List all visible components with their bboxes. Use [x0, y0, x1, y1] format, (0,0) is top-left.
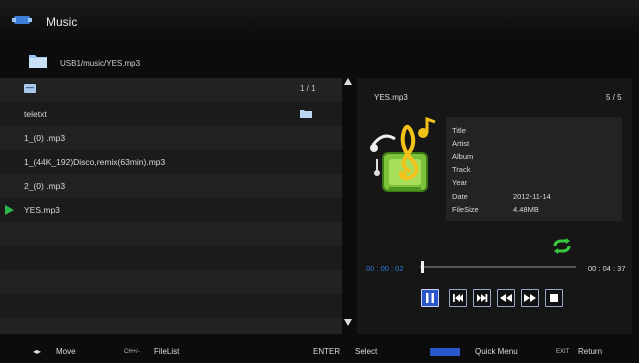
- rewind-icon: [500, 294, 512, 302]
- list-item-label: 1_(0) .mp3: [24, 133, 66, 143]
- list-item-label: 2_(0) .mp3: [24, 181, 66, 191]
- pause-button[interactable]: [421, 289, 439, 307]
- next-button[interactable]: [473, 289, 491, 307]
- total-time: 00 : 04 : 37: [588, 264, 626, 273]
- list-item-label: YES.mp3: [24, 205, 60, 215]
- file-list: 1 / 1 teletxt 1_(0) .mp3 1_(44K_192)Disc…: [0, 78, 342, 334]
- meta-label-artist: Artist: [452, 139, 470, 148]
- footer-move-label: Move: [56, 347, 76, 356]
- previous-icon: [453, 294, 463, 302]
- list-item[interactable]: teletxt: [0, 102, 342, 126]
- meta-label-date: Date: [452, 192, 468, 201]
- list-empty-row: [0, 318, 342, 334]
- repeat-icon[interactable]: [552, 237, 572, 255]
- progress-handle[interactable]: [420, 261, 424, 273]
- list-item[interactable]: 2_(0) .mp3: [0, 174, 342, 198]
- scroll-up-arrow-icon[interactable]: [344, 78, 352, 85]
- list-empty-row: [0, 270, 342, 294]
- list-item-label: teletxt: [24, 109, 47, 119]
- footer-quick-label: Quick Menu: [475, 347, 518, 356]
- footer-enter-label: Select: [355, 347, 378, 356]
- header-bar: [0, 0, 639, 44]
- meta-value-date: 2012-11-14: [513, 192, 551, 201]
- footer-exit-label: Return: [578, 347, 603, 356]
- meta-label-year: Year: [452, 178, 468, 187]
- stop-button[interactable]: [545, 289, 563, 307]
- list-item-selected[interactable]: YES.mp3: [0, 198, 342, 222]
- list-empty-row: [0, 222, 342, 246]
- fast-forward-icon: [524, 294, 536, 302]
- footer-ch-label: FileList: [154, 347, 180, 356]
- music-note-art-icon: [370, 116, 436, 192]
- track-index: 5 / 5: [606, 93, 622, 102]
- music-app-icon: [12, 16, 32, 24]
- list-item[interactable]: 1_(44K_192)Disco,remix(63min).mp3: [0, 150, 342, 174]
- list-item[interactable]: 1_(0) .mp3: [0, 126, 342, 150]
- footer-ch-key: CH+/-: [124, 349, 140, 355]
- list-empty-row: [0, 246, 342, 270]
- meta-label-filesize: FileSize: [452, 205, 479, 214]
- stop-icon: [550, 294, 558, 302]
- pause-icon: [426, 293, 434, 303]
- footer-exit-key: EXIT: [556, 349, 570, 355]
- fast-forward-button[interactable]: [521, 289, 539, 307]
- footer-enter-key: ENTER: [313, 347, 341, 356]
- meta-label-track: Track: [452, 165, 471, 174]
- list-row-up[interactable]: 1 / 1: [0, 78, 342, 102]
- meta-label-album: Album: [452, 152, 474, 161]
- current-path: USB1/music/YES.mp3: [60, 59, 141, 68]
- next-icon: [477, 294, 488, 302]
- list-empty-row: [0, 294, 342, 318]
- list-item-label: 1_(44K_192)Disco,remix(63min).mp3: [24, 157, 166, 167]
- app-title: Music: [46, 15, 78, 29]
- folder-icon: [300, 110, 312, 118]
- current-time: 00 : 00 : 02: [366, 264, 404, 273]
- meta-value-filesize: 4.48MB: [513, 205, 539, 214]
- scroll-down-arrow-icon[interactable]: [344, 319, 352, 326]
- info-filename: YES.mp3: [374, 93, 408, 102]
- footer-move-key: ◂▸: [33, 347, 42, 356]
- quick-menu-color-key[interactable]: [430, 348, 460, 356]
- previous-button[interactable]: [449, 289, 467, 307]
- progress-bar[interactable]: [420, 266, 576, 268]
- rewind-button[interactable]: [497, 289, 515, 307]
- meta-label-title: Title: [452, 126, 466, 135]
- folder-icon: [29, 55, 47, 68]
- page-count: 1 / 1: [300, 84, 316, 93]
- parent-folder-icon: [24, 84, 36, 93]
- now-playing-icon: [5, 205, 14, 215]
